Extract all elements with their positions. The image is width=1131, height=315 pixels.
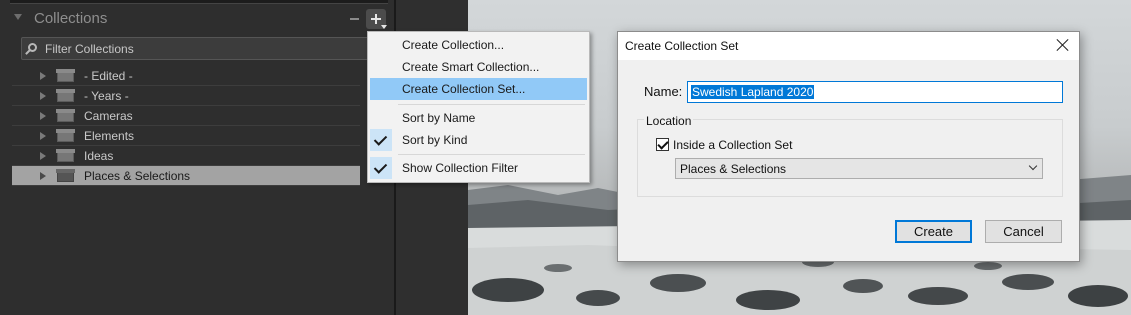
collection-set-row[interactable]: Cameras xyxy=(12,106,360,126)
expand-arrow-icon[interactable] xyxy=(40,132,46,140)
menu-item-label: Create Smart Collection... xyxy=(402,60,540,74)
remove-collection-icon[interactable] xyxy=(350,18,359,20)
collection-set-row[interactable]: Elements xyxy=(12,126,360,146)
menu-item-label: Sort by Kind xyxy=(402,133,468,147)
collection-set-name: - Edited - xyxy=(84,69,133,83)
collection-set-row-selected[interactable]: Places & Selections xyxy=(12,166,360,186)
checkmark-icon xyxy=(370,129,392,151)
close-icon[interactable] xyxy=(1056,38,1070,52)
chevron-down-icon xyxy=(381,25,387,29)
filter-collections-placeholder: Filter Collections xyxy=(45,42,134,56)
collections-header[interactable]: Collections xyxy=(0,6,394,32)
collection-set-row[interactable]: Ideas xyxy=(12,146,360,166)
inside-collection-set-label[interactable]: Inside a Collection Set xyxy=(673,138,792,152)
panel-top-divider xyxy=(10,0,388,4)
add-collection-context-menu: Create Collection... Create Smart Collec… xyxy=(367,31,590,183)
menu-item-label: Show Collection Filter xyxy=(402,161,519,175)
collection-set-name: Places & Selections xyxy=(84,169,191,183)
expand-arrow-icon[interactable] xyxy=(40,172,46,180)
name-input[interactable]: Swedish Lapland 2020 xyxy=(687,81,1063,103)
collection-set-row[interactable]: - Edited - xyxy=(12,66,360,86)
search-icon xyxy=(28,43,37,52)
parent-collection-set-select[interactable]: Places & Selections xyxy=(675,158,1043,179)
chevron-down-icon xyxy=(1028,161,1038,171)
menu-item-sort-by-kind[interactable]: Sort by Kind xyxy=(370,129,587,151)
create-button[interactable]: Create xyxy=(895,220,972,243)
menu-item-show-collection-filter[interactable]: Show Collection Filter xyxy=(370,157,587,179)
cancel-button[interactable]: Cancel xyxy=(985,220,1062,243)
menu-item-create-smart-collection[interactable]: Create Smart Collection... xyxy=(370,56,587,78)
filter-collections-input[interactable]: Filter Collections xyxy=(21,37,371,60)
collection-set-icon xyxy=(56,89,75,102)
menu-item-create-collection[interactable]: Create Collection... xyxy=(370,34,587,56)
collection-set-icon xyxy=(56,69,75,82)
create-collection-set-dialog: Create Collection Set Name: Swedish Lapl… xyxy=(617,31,1080,262)
menu-item-sort-by-name[interactable]: Sort by Name xyxy=(370,107,587,129)
dialog-titlebar[interactable]: Create Collection Set xyxy=(618,32,1079,60)
name-input-value: Swedish Lapland 2020 xyxy=(691,85,815,99)
collections-panel: Collections Filter Collections - Edited … xyxy=(0,0,394,315)
parent-collection-set-value: Places & Selections xyxy=(680,162,787,176)
menu-separator xyxy=(398,154,585,155)
expand-arrow-icon[interactable] xyxy=(40,112,46,120)
menu-item-create-collection-set[interactable]: Create Collection Set... xyxy=(370,78,587,100)
collection-set-icon xyxy=(56,169,75,182)
location-label: Location xyxy=(644,114,694,128)
dialog-title: Create Collection Set xyxy=(625,39,739,53)
collection-set-name: Cameras xyxy=(84,109,133,123)
collection-set-icon xyxy=(56,149,75,162)
checkmark-icon xyxy=(370,157,392,179)
expand-arrow-icon[interactable] xyxy=(40,152,46,160)
name-label: Name: xyxy=(644,84,683,99)
collection-set-name: Ideas xyxy=(84,149,114,163)
menu-separator xyxy=(398,104,585,105)
expand-arrow-icon[interactable] xyxy=(40,72,46,80)
collections-title: Collections xyxy=(34,10,108,27)
menu-item-label: Create Collection Set... xyxy=(402,82,526,96)
collection-set-name: Elements xyxy=(84,129,135,143)
collections-list: - Edited - - Years - Cameras Elements Id… xyxy=(0,66,394,186)
collection-set-name: - Years - xyxy=(84,89,129,103)
menu-item-label: Create Collection... xyxy=(402,38,505,52)
collection-set-icon xyxy=(56,109,75,122)
collection-set-row[interactable]: - Years - xyxy=(12,86,360,106)
menu-item-label: Sort by Name xyxy=(402,111,476,125)
add-collection-button[interactable] xyxy=(366,9,387,29)
expand-arrow-icon[interactable] xyxy=(40,92,46,100)
collection-set-icon xyxy=(56,129,75,142)
collapse-triangle-icon[interactable] xyxy=(14,14,22,20)
inside-collection-set-checkbox[interactable] xyxy=(656,138,669,151)
